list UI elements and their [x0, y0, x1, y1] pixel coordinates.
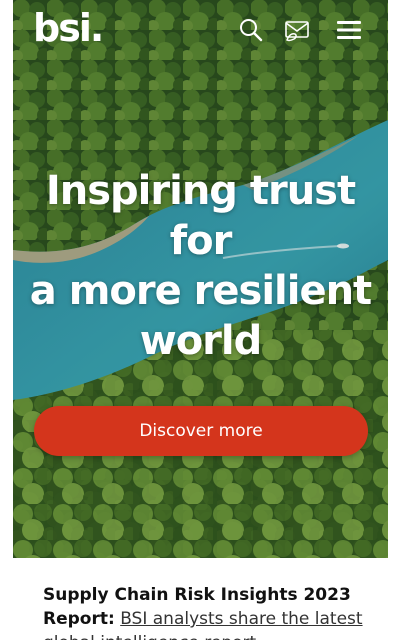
hero-headline-line: Inspiring trust	[45, 168, 356, 214]
site-header: bsi.	[13, 0, 388, 70]
contact-button[interactable]	[281, 14, 313, 46]
bsi-logo[interactable]: bsi.	[33, 6, 104, 50]
hero-headline: Inspiring trust for a more resilient wor…	[13, 166, 388, 366]
news-teaser: Supply Chain Risk Insights 2023 Report: …	[43, 583, 363, 640]
hero-banner: bsi. Inspiring trust for a more resilien…	[13, 0, 388, 558]
hero-headline-line: a more resilient	[29, 268, 372, 314]
discover-more-button[interactable]: Discover more	[34, 406, 368, 456]
page: bsi. Inspiring trust for a more resilien…	[0, 0, 400, 640]
hero-headline-line: world	[139, 318, 263, 364]
news-title-cont: Report:	[43, 609, 115, 629]
search-icon	[240, 19, 263, 42]
news-title: Supply Chain Risk Insights 2023	[43, 585, 351, 605]
search-button[interactable]	[235, 14, 267, 46]
hamburger-menu-icon	[337, 21, 361, 39]
menu-button[interactable]	[333, 14, 365, 46]
hero-headline-line: for	[169, 218, 233, 264]
contact-icon	[285, 21, 309, 42]
